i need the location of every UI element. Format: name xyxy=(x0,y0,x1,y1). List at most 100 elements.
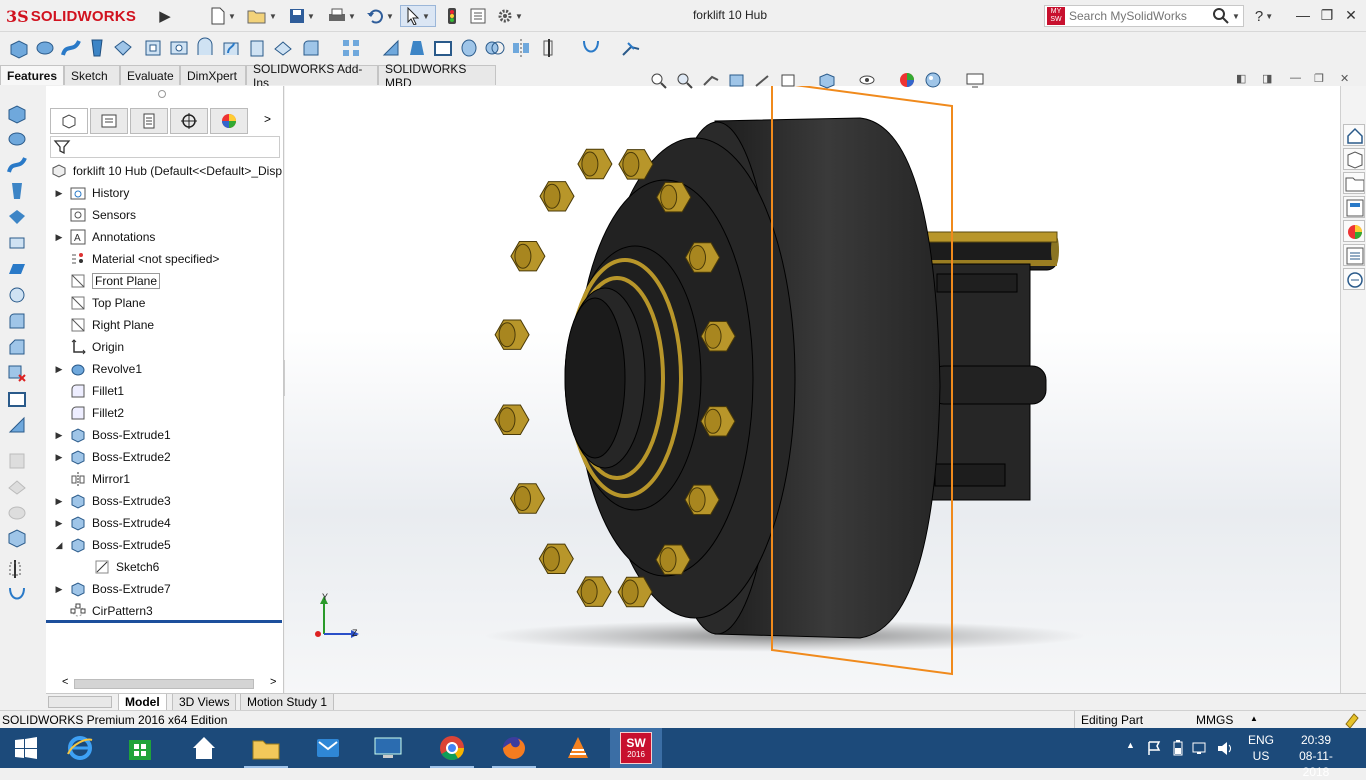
expand-arrow-icon[interactable]: ▶ xyxy=(50,430,68,441)
sweep-strip-icon[interactable] xyxy=(6,154,28,176)
hole-strip-icon[interactable] xyxy=(6,284,28,306)
system-clock[interactable]: 20:39 08-11-2018 xyxy=(1286,732,1346,780)
intersect-icon[interactable] xyxy=(484,37,506,59)
tree-item[interactable]: ▶ Boss-Extrude7 xyxy=(50,578,282,600)
tree-root[interactable]: forklift 10 Hub (Default<<Default>_Disp xyxy=(50,160,282,182)
expand-arrow-icon[interactable]: ▶ xyxy=(50,364,68,375)
tab-dimxpert[interactable]: DimXpert xyxy=(180,65,246,85)
fillet-strip-icon[interactable] xyxy=(6,310,28,332)
restore-button[interactable]: ❐ xyxy=(1314,4,1340,26)
shell-strip-icon[interactable] xyxy=(6,388,28,410)
tab-featuremanager[interactable] xyxy=(50,108,88,134)
tree-item[interactable]: ▶ Boss-Extrude3 xyxy=(50,490,282,512)
tray-expand-icon[interactable]: ▲ xyxy=(1126,740,1135,750)
section-view-icon[interactable] xyxy=(727,71,747,89)
taskbar-internet-explorer[interactable] xyxy=(54,728,106,768)
cut-strip-icon[interactable] xyxy=(6,232,28,254)
solidworks-resources-icon[interactable] xyxy=(1343,124,1365,146)
save-button[interactable]: ▼ xyxy=(284,5,320,27)
boundary-boss-icon[interactable] xyxy=(112,37,134,59)
print-button[interactable]: ▼ xyxy=(324,5,360,27)
tabs-scroll-right-icon[interactable]: > xyxy=(264,112,271,126)
search-input[interactable] xyxy=(1069,9,1199,23)
shell-icon[interactable] xyxy=(432,37,454,59)
tab-features[interactable]: Features xyxy=(0,65,64,85)
edit-appearance-icon[interactable] xyxy=(897,71,917,89)
tab-sketch[interactable]: Sketch xyxy=(64,65,120,85)
wrap-icon[interactable] xyxy=(458,37,480,59)
tab-3d-views[interactable]: 3D Views xyxy=(172,694,237,711)
tree-item[interactable]: ▶ Boss-Extrude2 xyxy=(50,446,282,468)
units-selector[interactable]: MMGS xyxy=(1196,713,1233,727)
tab-propertymanager[interactable] xyxy=(90,108,128,134)
help-button[interactable]: ? ▼ xyxy=(1252,5,1276,27)
file-properties-button[interactable] xyxy=(468,5,488,27)
tree-item[interactable]: ▶ A Annotations xyxy=(50,226,282,248)
collapse-arrow-icon[interactable]: ◢ xyxy=(50,540,68,551)
expand-arrow-icon[interactable]: ▶ xyxy=(50,232,68,243)
language-indicator[interactable]: ENG US xyxy=(1244,732,1278,764)
viewport-tile-left-icon[interactable]: ◧ xyxy=(1236,72,1246,85)
boundary-cut-icon[interactable] xyxy=(272,37,294,59)
expand-arrow-icon[interactable]: ▶ xyxy=(50,584,68,595)
scroll-right-icon[interactable]: > xyxy=(270,676,276,688)
tab-evaluate[interactable]: Evaluate xyxy=(120,65,180,85)
tree-item[interactable]: Material <not specified> xyxy=(50,248,282,270)
mirror-icon[interactable] xyxy=(510,37,532,59)
expand-arrow-icon[interactable]: ▶ xyxy=(50,518,68,529)
tree-item[interactable]: Right Plane xyxy=(50,314,282,336)
action-center-flag-icon[interactable] xyxy=(1146,740,1162,756)
volume-icon[interactable] xyxy=(1216,740,1234,756)
custom-properties-icon[interactable] xyxy=(1343,244,1365,266)
tree-item[interactable]: Origin xyxy=(50,336,282,358)
tab-model[interactable]: Model xyxy=(118,694,167,711)
taskbar-vlc[interactable] xyxy=(552,728,604,768)
close-button[interactable]: ✕ xyxy=(1338,4,1364,26)
display-style-icon[interactable] xyxy=(817,71,837,89)
dynamic-annotation-icon[interactable] xyxy=(753,71,773,89)
tab-motion-study[interactable]: Motion Study 1 xyxy=(240,694,335,711)
tree-item[interactable]: ▶ Boss-Extrude4 xyxy=(50,512,282,534)
battery-icon[interactable] xyxy=(1170,740,1186,756)
extrude-strip-icon[interactable] xyxy=(6,102,28,124)
lofted-boss-icon[interactable] xyxy=(86,37,108,59)
tree-item[interactable]: Front Plane xyxy=(50,270,282,292)
rib-strip-icon[interactable] xyxy=(6,414,28,436)
taskbar-firefox[interactable] xyxy=(488,728,540,768)
linear-pattern-icon[interactable] xyxy=(340,37,362,59)
viewport-restore-icon[interactable]: ❐ xyxy=(1314,72,1324,85)
tab-displaymanager[interactable] xyxy=(210,108,248,134)
tree-item[interactable]: Fillet2 xyxy=(50,402,282,424)
tree-item[interactable]: Top Plane xyxy=(50,292,282,314)
reference-geometry-icon[interactable] xyxy=(540,37,562,59)
taskbar-solidworks[interactable]: SW 2016 xyxy=(610,728,662,768)
hole-wizard-icon[interactable] xyxy=(168,37,190,59)
tree-item[interactable]: CirPattern3 xyxy=(50,600,282,622)
hide-show-items-icon[interactable] xyxy=(857,71,877,89)
instant3d-icon[interactable] xyxy=(620,37,642,59)
tree-horizontal-scrollbar[interactable]: < > xyxy=(62,676,282,692)
revolved-boss-icon[interactable] xyxy=(34,37,56,59)
solidworks-forum-icon[interactable] xyxy=(1343,268,1365,290)
curves-icon[interactable] xyxy=(580,37,602,59)
panel-grip-icon[interactable] xyxy=(158,90,166,98)
reference-geometry-strip-icon[interactable] xyxy=(6,558,28,580)
tree-item[interactable]: Fillet1 xyxy=(50,380,282,402)
tab-dimxpertmanager[interactable] xyxy=(170,108,208,134)
tree-item[interactable]: Sketch6 xyxy=(74,556,306,578)
lofted-cut-icon[interactable] xyxy=(246,37,268,59)
draft-icon[interactable] xyxy=(406,37,428,59)
taskbar-home[interactable] xyxy=(178,728,230,768)
zoom-to-area-icon[interactable] xyxy=(675,71,695,89)
tree-item[interactable]: ◢ Boss-Extrude5 xyxy=(50,534,282,556)
viewport-close-icon[interactable]: ✕ xyxy=(1340,72,1349,85)
taskbar-chrome[interactable] xyxy=(426,728,478,768)
viewport-tile-right-icon[interactable]: ◨ xyxy=(1262,72,1272,85)
zoom-to-fit-icon[interactable] xyxy=(649,71,669,89)
revolve-strip-icon[interactable] xyxy=(6,128,28,150)
taskbar-lenovo[interactable] xyxy=(362,728,414,768)
open-button[interactable]: ▼ xyxy=(244,5,280,27)
view-settings-icon[interactable] xyxy=(965,71,985,89)
tree-item[interactable]: ▶ Revolve1 xyxy=(50,358,282,380)
expand-arrow-icon[interactable]: ▶ xyxy=(50,496,68,507)
